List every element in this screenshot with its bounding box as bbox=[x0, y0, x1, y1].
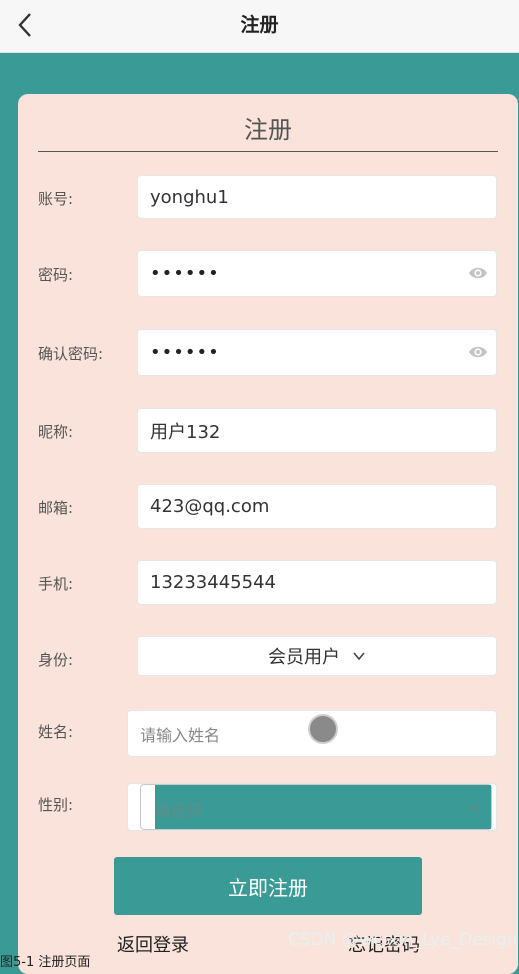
confirm-password-input[interactable]: •••••• bbox=[137, 329, 497, 376]
confirm-password-label: 确认密码: bbox=[38, 345, 104, 363]
gender-placeholder: 请选择 bbox=[155, 801, 204, 820]
role-value: 会员用户 bbox=[268, 647, 340, 668]
email-value: 423@qq.com bbox=[150, 496, 270, 517]
gender-select[interactable]: 请选择 bbox=[140, 784, 492, 830]
email-label: 邮箱: bbox=[38, 499, 74, 517]
gender-field: 请选择 bbox=[127, 783, 497, 831]
gender-select-fill bbox=[155, 785, 491, 829]
nickname-input[interactable]: 用户132 bbox=[137, 408, 497, 453]
register-button[interactable]: 立即注册 bbox=[114, 857, 422, 915]
phone-label: 手机: bbox=[38, 575, 74, 593]
gender-label: 性别: bbox=[38, 796, 74, 814]
watermark: CSDN @weixin_Lye_Design bbox=[288, 930, 518, 950]
email-input[interactable]: 423@qq.com bbox=[137, 484, 497, 529]
account-value: yonghu1 bbox=[150, 186, 229, 208]
password-value: •••••• bbox=[150, 263, 220, 284]
touch-cursor-indicator bbox=[308, 714, 338, 744]
password-label: 密码: bbox=[38, 266, 74, 284]
nickname-label: 昵称: bbox=[38, 423, 74, 441]
name-label: 姓名: bbox=[38, 723, 74, 741]
role-select[interactable]: 会员用户 bbox=[137, 636, 497, 676]
phone-input[interactable]: 13233445544 bbox=[137, 560, 497, 605]
phone-value: 13233445544 bbox=[150, 572, 276, 593]
chevron-down-icon bbox=[468, 803, 480, 812]
account-input[interactable]: yonghu1 bbox=[137, 175, 497, 219]
eye-icon[interactable] bbox=[468, 263, 488, 283]
eye-icon[interactable] bbox=[468, 342, 488, 362]
confirm-password-value: •••••• bbox=[150, 342, 220, 363]
password-input[interactable]: •••••• bbox=[137, 250, 497, 297]
top-bar: 注册 bbox=[0, 0, 519, 53]
page-title: 注册 bbox=[240, 14, 279, 36]
role-label: 身份: bbox=[38, 651, 74, 669]
figure-caption: 图5-1 注册页面 bbox=[0, 955, 91, 970]
name-placeholder: 请输入姓名 bbox=[140, 725, 221, 745]
account-label: 账号: bbox=[38, 190, 74, 208]
card-title: 注册 bbox=[244, 116, 292, 144]
register-card: 注册 账号: yonghu1 密码: •••••• 确认密码: •••••• 昵… bbox=[18, 94, 518, 974]
divider bbox=[38, 151, 498, 152]
nickname-value: 用户132 bbox=[150, 421, 221, 443]
chevron-down-icon bbox=[353, 652, 365, 661]
back-to-login-link[interactable]: 返回登录 bbox=[117, 931, 189, 957]
